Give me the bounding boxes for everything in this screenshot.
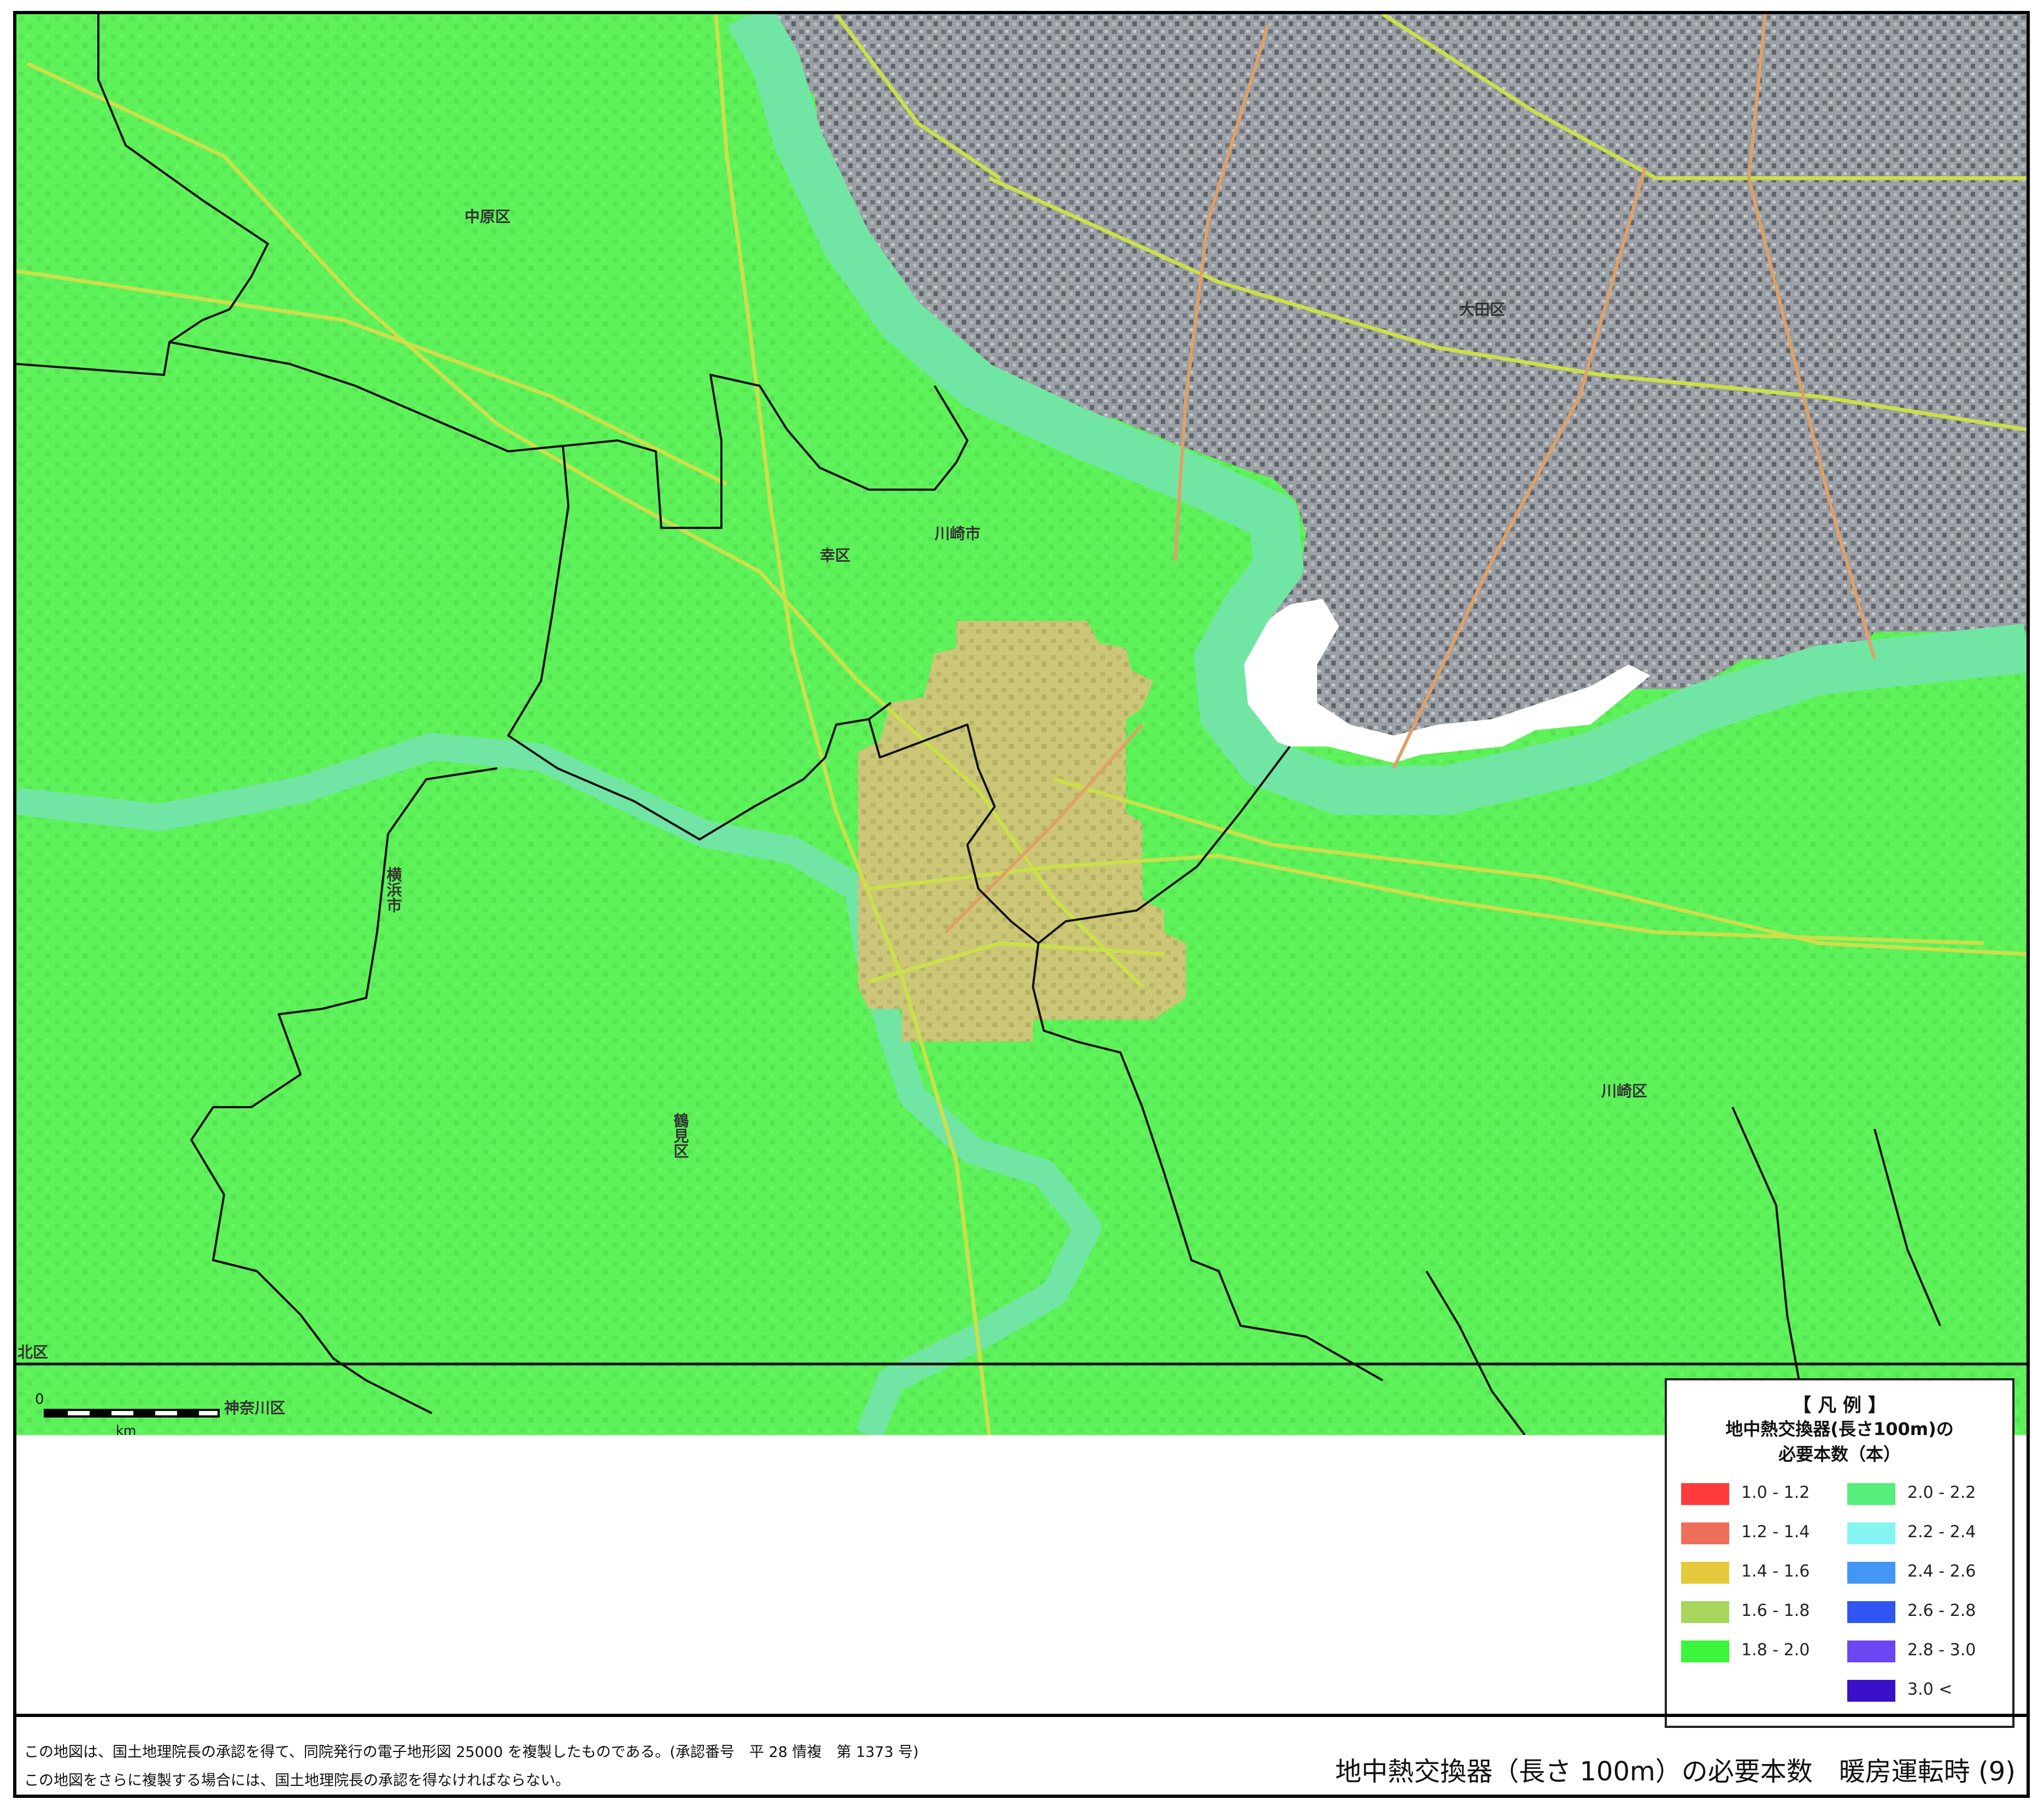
legend-label: 1.4 - 1.6 (1741, 1562, 1810, 1581)
scale-bar-graphic (44, 1409, 220, 1418)
credit-line-1: この地図は、国土地理院長の承認を得て、同院発行の電子地形図 25000 を複製し… (24, 1744, 919, 1761)
legend-box: 【 凡 例 】 地中熱交換器(長さ100m)の 必要本数（本） 1.0 - 1.… (1665, 1378, 2014, 1728)
legend-swatch (1681, 1522, 1729, 1544)
label-kita: 北区 (17, 1343, 48, 1361)
label-nakahara: 中原区 (465, 208, 510, 226)
legend-swatch (1847, 1483, 1895, 1505)
label-saiwai: 幸区 (820, 546, 850, 565)
legend-swatch (1681, 1483, 1729, 1505)
label-ota: 大田区 (1459, 301, 1505, 319)
legend-swatch (1681, 1601, 1729, 1623)
legend-label: 1.2 - 1.4 (1741, 1522, 1810, 1542)
legend-label: 2.4 - 2.6 (1907, 1562, 1976, 1581)
legend-subtitle-line1: 地中熱交換器(長さ100m)の (1725, 1419, 1954, 1439)
legend-swatch (1681, 1641, 1729, 1662)
legend-label: 1.0 - 1.2 (1741, 1483, 1810, 1502)
label-tsurumi: 鶴見区 (672, 1113, 690, 1159)
label-yokohama: 横浜市 (385, 867, 403, 913)
legend-swatch (1847, 1680, 1895, 1702)
legend-subtitle-line2: 必要本数（本） (1778, 1444, 1901, 1465)
footer-divider (16, 1714, 2027, 1717)
legend-swatch (1847, 1641, 1895, 1662)
legend-label: 2.8 - 3.0 (1907, 1641, 1976, 1660)
legend-label: 1.6 - 1.8 (1741, 1601, 1810, 1620)
legend-label: 2.6 - 2.8 (1907, 1601, 1976, 1620)
scale-unit-label: km (116, 1423, 137, 1438)
legend-title: 【 凡 例 】 (1793, 1395, 1887, 1416)
legend-swatch (1847, 1601, 1895, 1623)
label-kawasaki-city: 川崎市 (935, 525, 980, 543)
legend-label: 2.0 - 2.2 (1907, 1483, 1976, 1502)
scale-bar: 0 km (28, 1391, 236, 1438)
map-canvas[interactable]: 中原区 幸区 川崎市 大田区 川崎区 神奈川区 北区 横浜市 鶴見区 (16, 14, 2027, 1435)
scale-zero-label: 0 (35, 1391, 44, 1408)
map-title: 地中熱交換器（長さ 100m）の必要本数 暖房運転時 (9) (1335, 1756, 2016, 1787)
credit-line-2: この地図をさらに複製する場合には、国土地理院長の承認を得なければならない。 (24, 1772, 570, 1789)
label-kawasaki-ward: 川崎区 (1601, 1082, 1647, 1100)
legend-swatch (1847, 1522, 1895, 1544)
map-sheet: 中原区 幸区 川崎市 大田区 川崎区 神奈川区 北区 横浜市 鶴見区 0 km … (13, 11, 2030, 1798)
legend-label: 2.2 - 2.4 (1907, 1522, 1976, 1542)
legend-swatch (1681, 1562, 1729, 1584)
legend-label: 3.0 < (1907, 1680, 1953, 1699)
legend-swatch (1847, 1562, 1895, 1584)
legend-label: 1.8 - 2.0 (1741, 1641, 1810, 1660)
